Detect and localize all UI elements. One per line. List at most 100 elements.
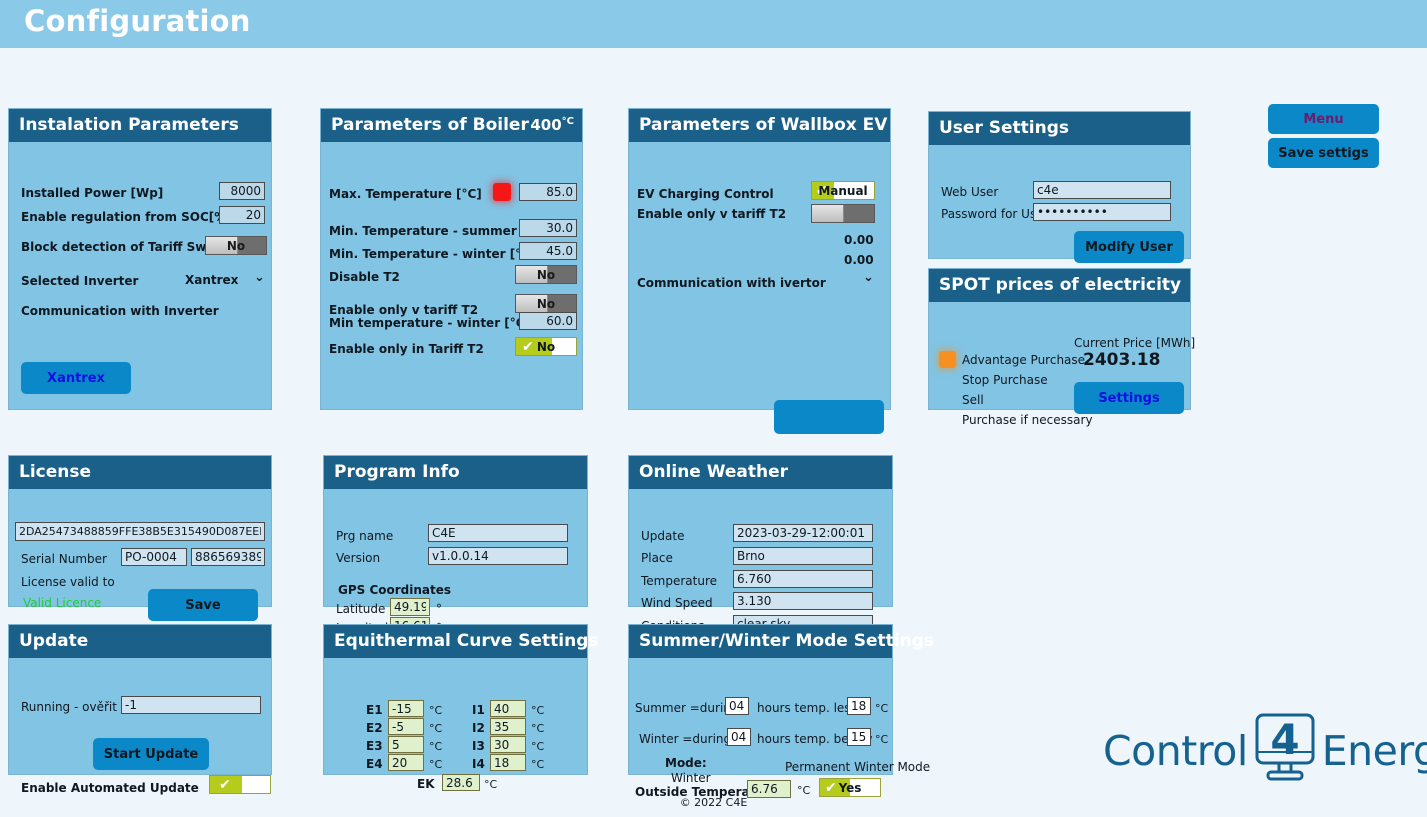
- spot-option-1[interactable]: Stop Purchase: [962, 373, 1048, 387]
- wallbox-action-button[interactable]: [774, 400, 884, 434]
- summer-mid-label: hours temp. less: [757, 701, 857, 715]
- serial-number-label: Serial Number: [21, 552, 107, 566]
- permanent-winter-mode-value: Yes: [820, 779, 880, 796]
- panel-title-program-info: Program Info: [324, 456, 587, 489]
- weather-temperature-label: Temperature: [641, 574, 717, 588]
- panel-license: License Serial Number License valid to V…: [8, 455, 272, 607]
- running-input[interactable]: [121, 696, 261, 714]
- enable-v-tariff-t2-toggle[interactable]: No: [515, 294, 577, 313]
- weather-place-label: Place: [641, 551, 673, 565]
- soc-label: Enable regulation from SOC[%]: [21, 210, 232, 224]
- panel-update: Update Running - ověřit Start Update Ena…: [8, 624, 272, 775]
- page-title: Configuration: [24, 4, 251, 38]
- panel-title-license: License: [9, 456, 271, 489]
- enable-v-tariff-t2-toggle-label: No: [516, 295, 576, 312]
- gps-coordinates-label: GPS Coordinates: [338, 583, 451, 597]
- panel-title-weather: Online Weather: [629, 456, 892, 489]
- e1-input[interactable]: [388, 700, 424, 717]
- spot-option-3[interactable]: Purchase if necessary: [962, 413, 1093, 427]
- chevron-down-icon[interactable]: ⌄: [254, 270, 265, 285]
- auto-update-checkbox[interactable]: ✔: [209, 775, 271, 794]
- panel-program-info: Program Info Prg name Version GPS Coordi…: [323, 455, 588, 607]
- disable-t2-toggle[interactable]: No: [515, 265, 577, 284]
- spot-option-0[interactable]: Advantage Purchase: [962, 353, 1085, 367]
- serial-number-secondary-input[interactable]: [191, 548, 265, 566]
- selected-inverter-value[interactable]: Xantrex: [185, 273, 238, 287]
- serial-number-input[interactable]: [121, 548, 187, 566]
- panel-installation-parameters: Instalation Parameters Installed Power […: [8, 108, 272, 410]
- panel-online-weather: Online Weather Update Place Temperature …: [628, 455, 893, 607]
- weather-update-label: Update: [641, 529, 684, 543]
- panel-wallbox-ev: Parameters of Wallbox EV EV Charging Con…: [628, 108, 891, 410]
- min-summer-input[interactable]: [519, 219, 577, 237]
- panel-equithermal-curve: Equithermal Curve Settings E1 °C I1 °C E…: [323, 624, 588, 775]
- e3-input[interactable]: [388, 736, 424, 753]
- installed-power-input[interactable]: [219, 182, 265, 200]
- license-key-input[interactable]: [15, 522, 265, 541]
- web-user-label: Web User: [941, 185, 998, 199]
- password-input[interactable]: [1033, 203, 1171, 221]
- i2-input[interactable]: [490, 718, 526, 735]
- max-temp-label: Max. Temperature [°C]: [329, 187, 482, 201]
- prg-name-input[interactable]: [428, 524, 568, 542]
- web-user-input[interactable]: [1033, 181, 1171, 199]
- spot-option-2[interactable]: Sell: [962, 393, 984, 407]
- panel-title-equithermal: Equithermal Curve Settings: [324, 625, 587, 658]
- winter-temp-input[interactable]: [847, 728, 871, 746]
- ev-charging-control-label-value: Manual: [812, 182, 874, 199]
- permanent-winter-mode-checkbox[interactable]: ✔ Yes: [819, 778, 881, 797]
- version-input[interactable]: [428, 547, 568, 565]
- weather-wind-input[interactable]: [733, 592, 873, 610]
- summer-hours-input[interactable]: [725, 697, 749, 715]
- i4-input[interactable]: [490, 754, 526, 771]
- current-price-label: Current Price [MWh]: [1074, 336, 1195, 350]
- soc-input[interactable]: [219, 206, 265, 224]
- weather-wind-label: Wind Speed: [641, 596, 713, 610]
- i2-label: I2: [472, 721, 485, 735]
- spot-settings-button[interactable]: Settings: [1074, 382, 1184, 414]
- e2-input[interactable]: [388, 718, 424, 735]
- enable-tariff-t2-checkbox[interactable]: ✔ No: [515, 337, 577, 356]
- panel-title-boiler: Parameters of Boiler 400°C: [321, 109, 582, 142]
- panel-boiler-parameters: Parameters of Boiler 400°C Max. Temperat…: [320, 108, 583, 410]
- running-label: Running - ověřit: [21, 700, 117, 714]
- inverter-xantrex-button[interactable]: Xantrex: [21, 362, 131, 394]
- ev-charging-control-label: EV Charging Control: [637, 187, 774, 201]
- summer-temp-input[interactable]: [847, 697, 871, 715]
- max-temp-input[interactable]: [519, 183, 577, 201]
- i1-label: I1: [472, 703, 485, 717]
- i1-unit: °C: [531, 704, 544, 717]
- start-update-button[interactable]: Start Update: [93, 738, 209, 770]
- latitude-label: Latitude: [336, 602, 385, 616]
- chevron-down-icon[interactable]: ⌄: [863, 270, 874, 285]
- winter-hours-input[interactable]: [727, 728, 751, 746]
- ek-input[interactable]: [442, 774, 480, 791]
- logo-text-left: Control: [1103, 727, 1248, 775]
- e4-input[interactable]: [388, 754, 424, 771]
- license-status-badge: Valid Licence: [23, 596, 101, 610]
- auto-update-checkbox-label: [210, 776, 270, 793]
- e1-unit: °C: [429, 704, 442, 717]
- min-temp-winter2-input[interactable]: [519, 312, 577, 330]
- i3-input[interactable]: [490, 736, 526, 753]
- menu-button[interactable]: Menu: [1268, 104, 1379, 134]
- spot-status-led-icon: [939, 351, 956, 368]
- e2-label: E2: [366, 721, 383, 735]
- modify-user-button[interactable]: Modify User: [1074, 231, 1184, 263]
- latitude-input[interactable]: [390, 598, 430, 616]
- wallbox-enable-v-tariff-toggle[interactable]: [811, 204, 875, 223]
- license-save-button[interactable]: Save: [148, 589, 258, 621]
- block-tariff-toggle[interactable]: No: [205, 236, 267, 255]
- ev-charging-control-checkbox[interactable]: ✔ Manual: [811, 181, 875, 200]
- panel-season-mode: Summer/Winter Mode Settings Summer =duri…: [628, 624, 893, 775]
- i1-input[interactable]: [490, 700, 526, 717]
- min-winter-input[interactable]: [519, 242, 577, 260]
- panel-title-wallbox: Parameters of Wallbox EV: [629, 109, 890, 142]
- boiler-status-led-icon: [493, 183, 511, 201]
- i2-unit: °C: [531, 722, 544, 735]
- prg-name-label: Prg name: [336, 529, 393, 543]
- weather-place-input[interactable]: [733, 547, 873, 565]
- save-settings-button[interactable]: Save settigs: [1268, 138, 1379, 168]
- weather-update-input[interactable]: [733, 524, 873, 542]
- weather-temperature-input[interactable]: [733, 570, 873, 588]
